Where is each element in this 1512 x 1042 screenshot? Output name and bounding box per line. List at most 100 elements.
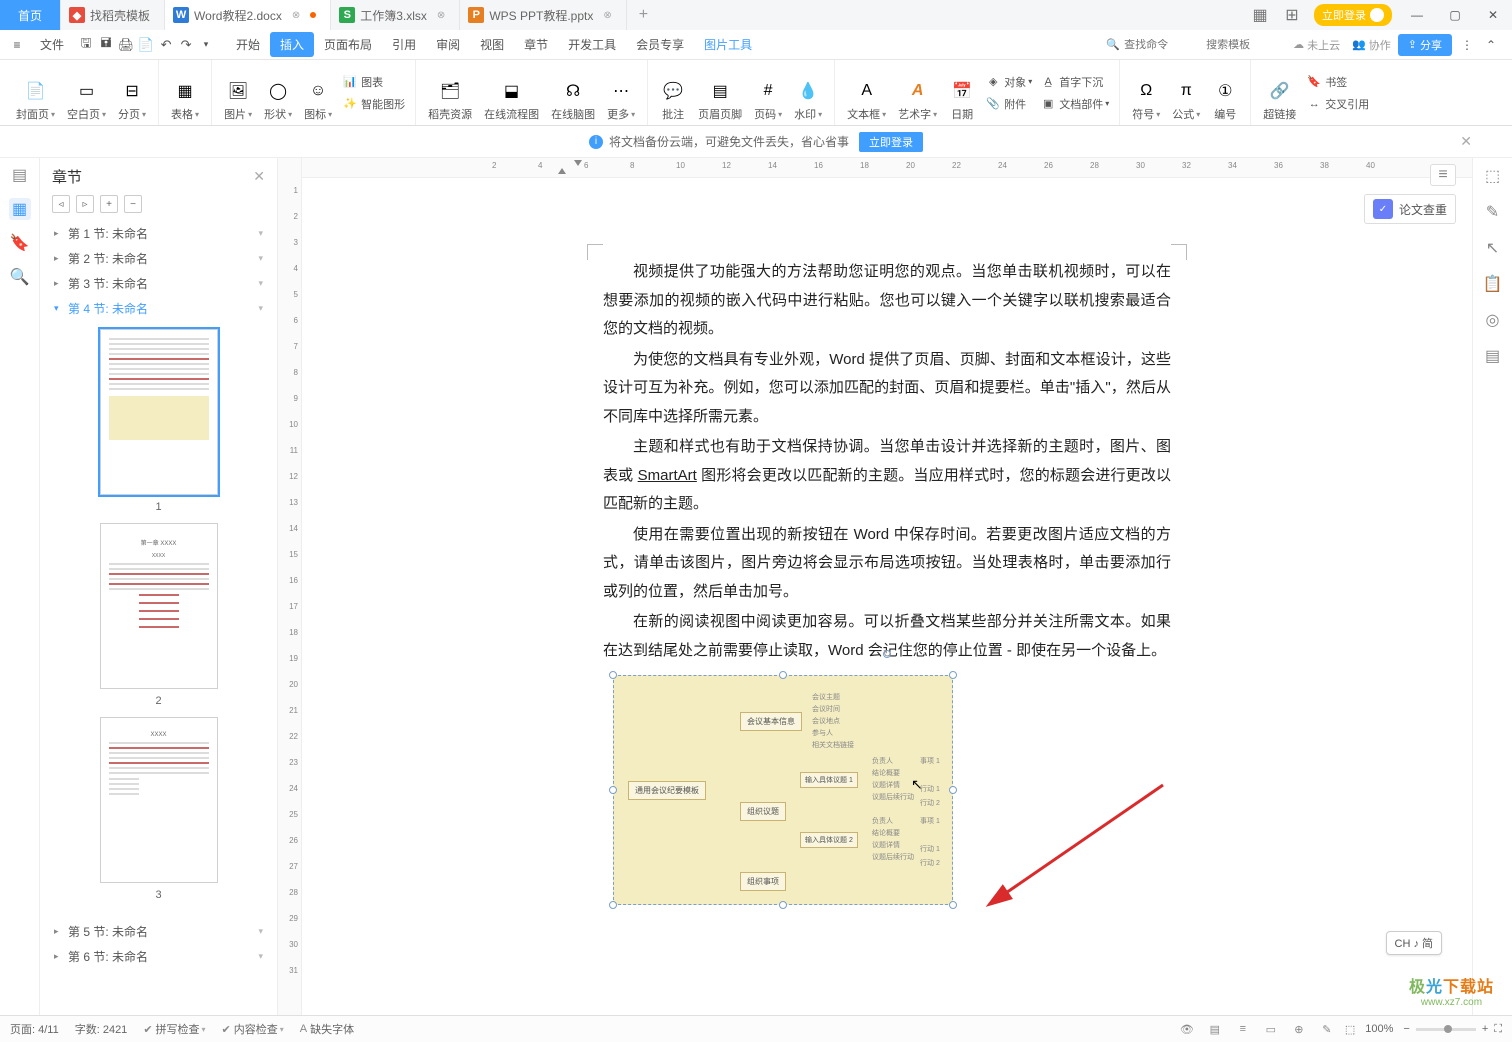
paper-check-button[interactable]: ✓论文查重: [1364, 194, 1456, 224]
chapter-item-6[interactable]: ▸第 6 节: 未命名▾: [40, 944, 277, 969]
indent-marker-icon[interactable]: [558, 168, 566, 174]
inserted-mindmap-image[interactable]: 通用会议纪要模板 会议基本信息 组织议题 组织事项 会议主题 会议时间 会议地点…: [603, 675, 1171, 905]
app-switch-icon[interactable]: ▦: [1244, 0, 1276, 30]
rstrip-select-icon[interactable]: ↖: [1483, 238, 1503, 258]
view-focus-icon[interactable]: ✎: [1317, 1019, 1337, 1039]
menu-page-layout[interactable]: 页面布局: [314, 32, 382, 57]
resize-handle[interactable]: [779, 901, 787, 909]
attachment-button[interactable]: 📎附件: [981, 94, 1036, 114]
page-break-button[interactable]: ⊟分页▾: [112, 60, 152, 125]
doc-parts-button[interactable]: ▣文档部件▾: [1036, 94, 1113, 114]
header-footer-button[interactable]: ▤页眉页脚: [692, 60, 748, 125]
view-eye-icon[interactable]: 👁: [1177, 1019, 1197, 1039]
daoke-resource-button[interactable]: 🗂稻壳资源: [422, 60, 478, 125]
status-words[interactable]: 字数: 2421: [75, 1021, 128, 1037]
vstrip-outline-icon[interactable]: ▤: [9, 164, 31, 186]
menu-devtools[interactable]: 开发工具: [558, 32, 626, 57]
resize-handle[interactable]: [949, 786, 957, 794]
paragraph[interactable]: 为使您的文档具有专业外观，Word 提供了页眉、页脚、封面和文本框设计，这些设计…: [603, 346, 1171, 432]
hamburger-icon[interactable]: ≡: [8, 36, 26, 54]
smartart-link[interactable]: SmartArt: [638, 467, 697, 484]
comment-button[interactable]: 💬批注: [654, 60, 692, 125]
cover-page-button[interactable]: 📄封面页▾: [10, 60, 61, 125]
chapter-prev-button[interactable]: ◃: [52, 195, 70, 213]
rotate-handle-icon[interactable]: [883, 650, 891, 658]
rstrip-edit-icon[interactable]: ✎: [1483, 202, 1503, 222]
grid-icon[interactable]: ⊞: [1276, 0, 1308, 30]
chapter-item-2[interactable]: ▸第 2 节: 未命名▾: [40, 246, 277, 271]
chapter-panel-close-icon[interactable]: ✕: [253, 168, 265, 185]
numbering-button[interactable]: ①编号: [1206, 60, 1244, 125]
ime-indicator[interactable]: CH ♪ 简: [1386, 931, 1443, 955]
close-icon[interactable]: ⊗: [437, 10, 445, 21]
object-button[interactable]: ◈对象▾: [981, 72, 1036, 92]
date-button[interactable]: 📅日期: [943, 60, 981, 125]
wordart-button[interactable]: A艺术字▾: [892, 60, 943, 125]
resize-handle[interactable]: [779, 671, 787, 679]
view-outline-icon[interactable]: ≡: [1233, 1019, 1253, 1039]
close-window-button[interactable]: ✕: [1474, 0, 1512, 30]
qat-dropdown-icon[interactable]: ▾: [196, 33, 216, 57]
print-preview-icon[interactable]: 📄: [136, 33, 156, 57]
view-reading-icon[interactable]: ▭: [1261, 1019, 1281, 1039]
menu-more-icon[interactable]: ⋮: [1458, 36, 1476, 54]
zoom-label[interactable]: 100%: [1361, 1023, 1397, 1035]
resize-handle[interactable]: [609, 786, 617, 794]
menu-insert[interactable]: 插入: [270, 32, 314, 57]
chapter-delete-button[interactable]: −: [124, 195, 142, 213]
text-box-button[interactable]: A文本框▾: [841, 60, 892, 125]
search-command-input[interactable]: [1124, 39, 1204, 51]
rstrip-reading-icon[interactable]: ▤: [1483, 346, 1503, 366]
zoom-fullscreen-icon[interactable]: ⛶: [1494, 1023, 1502, 1036]
chapter-item-5[interactable]: ▸第 5 节: 未命名▾: [40, 919, 277, 944]
shape-button[interactable]: ◯形状▾: [258, 60, 298, 125]
menu-reference[interactable]: 引用: [382, 32, 426, 57]
share-button[interactable]: ⇪分享: [1398, 34, 1452, 56]
view-web-icon[interactable]: ⊕: [1289, 1019, 1309, 1039]
vertical-ruler[interactable]: 1234567891011121314151617181920212223242…: [278, 158, 302, 1015]
indent-marker-icon[interactable]: [574, 160, 582, 166]
vstrip-chapter-icon[interactable]: ▦: [9, 198, 31, 220]
rstrip-style-icon[interactable]: ⬚: [1483, 166, 1503, 186]
table-button[interactable]: ▦表格▾: [165, 60, 205, 125]
status-missing-font[interactable]: A缺失字体: [300, 1021, 354, 1037]
icon-button[interactable]: ☺图标▾: [298, 60, 338, 125]
cloud-status[interactable]: ☁未上云: [1293, 37, 1340, 53]
paragraph[interactable]: 使用在需要位置出现的新按钮在 Word 中保存时间。若要更改图片适应文档的方式，…: [603, 521, 1171, 607]
banner-login-button[interactable]: 立即登录: [859, 132, 923, 152]
rstrip-clipboard-icon[interactable]: 📋: [1483, 274, 1503, 294]
status-content-check[interactable]: ✔内容检查▾: [222, 1021, 284, 1037]
page-thumbnail-1[interactable]: [100, 329, 218, 495]
add-tab-button[interactable]: +: [627, 6, 660, 24]
login-button[interactable]: 立即登录: [1314, 4, 1392, 26]
close-icon[interactable]: ⊗: [292, 10, 300, 21]
chart-button[interactable]: 📊图表: [338, 72, 409, 92]
resize-handle[interactable]: [949, 901, 957, 909]
menu-member[interactable]: 会员专享: [626, 32, 694, 57]
document-page[interactable]: 视频提供了功能强大的方法帮助您证明您的观点。当您单击联机视频时，可以在想要添加的…: [537, 198, 1237, 965]
flowchart-button[interactable]: ⬓在线流程图: [478, 60, 545, 125]
menu-start[interactable]: 开始: [226, 32, 270, 57]
search-template-input[interactable]: [1206, 39, 1286, 51]
watermark-button[interactable]: 💧水印▾: [788, 60, 828, 125]
page-thumbnail-2[interactable]: 第一章 XXXX XXXX: [100, 523, 218, 689]
crossref-button[interactable]: ↔交叉引用: [1302, 94, 1373, 114]
zoom-control[interactable]: ⬚ 100% − + ⛶: [1345, 1023, 1502, 1036]
save-as-icon[interactable]: 🖬: [96, 33, 116, 57]
menu-view[interactable]: 视图: [470, 32, 514, 57]
picture-button[interactable]: 🖼图片▾: [218, 60, 258, 125]
equation-button[interactable]: π公式▾: [1166, 60, 1206, 125]
more-button[interactable]: ⋯更多▾: [601, 60, 641, 125]
chapter-item-4[interactable]: ▾第 4 节: 未命名▾: [40, 296, 277, 321]
view-page-icon[interactable]: ▤: [1205, 1019, 1225, 1039]
collapse-ribbon-icon[interactable]: ⌃: [1482, 36, 1500, 54]
hyperlink-button[interactable]: 🔗超链接: [1257, 60, 1302, 125]
tab-xlsx[interactable]: S 工作簿3.xlsx ⊗: [331, 0, 460, 30]
menu-review[interactable]: 审阅: [426, 32, 470, 57]
symbol-button[interactable]: Ω符号▾: [1126, 60, 1166, 125]
status-spellcheck[interactable]: ✔拼写检查▾: [143, 1021, 205, 1037]
home-tab[interactable]: 首页: [0, 0, 61, 30]
undo-icon[interactable]: ↶: [156, 33, 176, 57]
print-icon[interactable]: 🖨: [116, 33, 136, 57]
bookmark-button[interactable]: 🔖书签: [1302, 72, 1373, 92]
